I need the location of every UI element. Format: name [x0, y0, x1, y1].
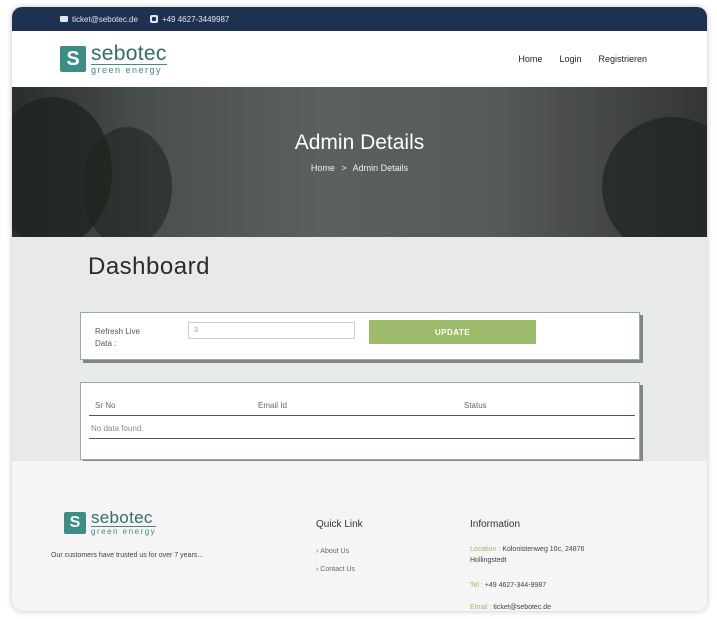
footer-link-contact[interactable]: › Contact Us [316, 566, 355, 573]
footer-tel: Tel : +49 4627-344-9987 [470, 582, 547, 589]
table-row-divider [89, 438, 635, 439]
logo-name: sebotec [91, 42, 167, 65]
table-empty-message: No data found. [91, 424, 144, 433]
column-header-sr-no: Sr No [95, 401, 116, 410]
page-title: Admin Details [294, 131, 425, 154]
site-header: S sebotec green energy Home Login Regist… [12, 31, 707, 87]
dashboard-heading: Dashboard [88, 253, 210, 280]
footer-tagline: Our customers have trusted us for over 7… [51, 552, 204, 559]
breadcrumb-separator: > [341, 163, 347, 173]
refresh-interval-input[interactable]: 3 [188, 322, 355, 339]
topbar-email-text[interactable]: ticket@sebotec.de [72, 15, 138, 24]
footer-email: Email : ticket@sebotec.de [470, 604, 552, 611]
column-header-status: Status [464, 401, 487, 410]
table-header-divider [89, 415, 635, 416]
refresh-card: Refresh Live Data : 3 UPDATE [80, 312, 640, 360]
footer-logo[interactable]: S sebotec green energy [64, 508, 157, 536]
refresh-label: Refresh Live Data : [95, 327, 140, 348]
breadcrumb-current: Admin Details [352, 163, 409, 173]
footer-link-about[interactable]: › About Us [316, 548, 349, 555]
nav-register[interactable]: Registrieren [598, 54, 647, 64]
nav-home[interactable]: Home [518, 54, 542, 64]
footer-logo-mark-icon: S [64, 511, 86, 534]
page-frame: ticket@sebotec.de +49 4627-3449987 S seb… [12, 7, 707, 611]
column-header-email: Email Id [258, 401, 287, 410]
topbar-phone-text[interactable]: +49 4627-3449987 [162, 15, 229, 24]
breadcrumb: Home > Admin Details [12, 163, 707, 173]
top-contact-bar: ticket@sebotec.de +49 4627-3449987 [12, 7, 707, 31]
site-logo[interactable]: S sebotec green energy [60, 43, 167, 75]
footer-logo-tagline: green energy [91, 526, 157, 536]
logo-mark-icon: S [60, 46, 86, 72]
page-hero-banner: Admin Details Home > Admin Details [12, 87, 707, 237]
admin-table-card: Sr No Email Id Status No data found. [80, 382, 640, 460]
footer-location: Location : Kolonistenweg 10c, 24876 Holl… [470, 546, 585, 564]
nav-login[interactable]: Login [559, 54, 581, 64]
information-heading: Information [470, 519, 521, 530]
breadcrumb-home[interactable]: Home [311, 163, 335, 173]
topbar-phone[interactable]: +49 4627-3449987 [149, 15, 229, 24]
update-button[interactable]: UPDATE [369, 320, 536, 344]
quick-link-heading: Quick Link [316, 519, 363, 530]
site-footer: S sebotec green energy Our customers hav… [12, 461, 707, 611]
footer-logo-name: sebotec [91, 508, 153, 527]
mail-icon [60, 16, 68, 22]
logo-tagline: green energy [91, 64, 167, 75]
main-nav: Home Login Registrieren [518, 54, 647, 64]
phone-icon [149, 15, 158, 23]
topbar-email[interactable]: ticket@sebotec.de [60, 15, 138, 24]
